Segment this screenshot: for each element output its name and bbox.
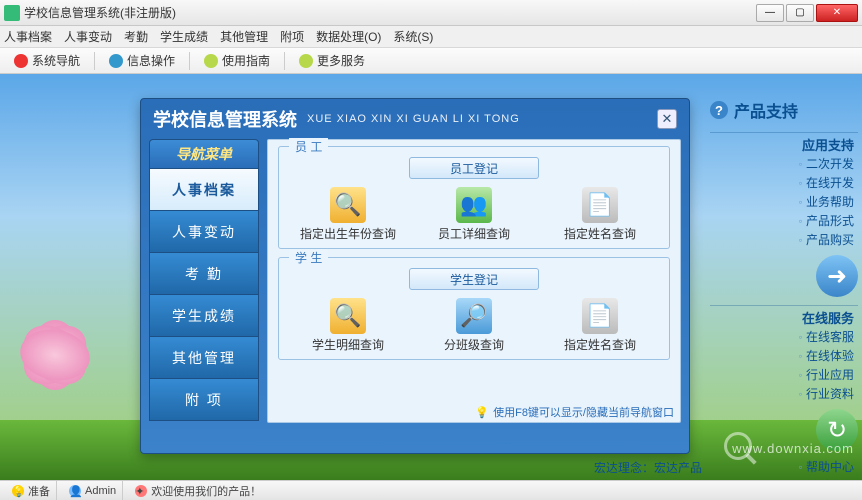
nav-header: 导航菜单	[149, 139, 259, 169]
menu-item[interactable]: 附项	[280, 28, 304, 45]
query-student-detail[interactable]: 🔍学生明细查询	[293, 298, 403, 353]
main-panel: 员 工 员工登记 🔍指定出生年份查询 👥员工详细查询 📄指定姓名查询 学 生 学…	[267, 139, 681, 423]
status-ready: 💡准备	[6, 481, 57, 500]
nav-item-grades[interactable]: 学生成绩	[149, 295, 259, 337]
nav-item-extra[interactable]: 附 项	[149, 379, 259, 421]
nav-item-attendance[interactable]: 考 勤	[149, 253, 259, 295]
guide-icon	[204, 54, 218, 68]
f8-hint: 💡 使用F8键可以显示/隐藏当前导航窗口	[475, 404, 674, 420]
query-birth-year[interactable]: 🔍指定出生年份查询	[293, 187, 403, 242]
dialog-title: 学校信息管理系统	[153, 106, 297, 132]
toolbar-nav-button[interactable]: 系统导航	[8, 50, 86, 71]
right-panel: ? 产品支持 应用支持 二次开发 在线开发 业务帮助 产品形式 产品购买 ➜ 在…	[710, 98, 858, 480]
sidebar-nav: 导航菜单 人事档案 人事变动 考 勤 学生成绩 其他管理 附 项	[149, 139, 259, 423]
app-icon	[4, 5, 20, 21]
more-icon	[299, 54, 313, 68]
bulb-icon: 💡	[12, 485, 24, 497]
query-employee-detail[interactable]: 👥员工详细查询	[419, 187, 529, 242]
menu-item[interactable]: 系统(S)	[393, 28, 433, 45]
menu-item[interactable]: 考勤	[124, 28, 148, 45]
employee-group: 员 工 员工登记 🔍指定出生年份查询 👥员工详细查询 📄指定姓名查询	[278, 146, 670, 249]
magnifier-icon: 🔍	[330, 298, 366, 334]
link-item[interactable]: 在线开发	[710, 173, 858, 192]
info-icon	[109, 54, 123, 68]
dialog-subtitle: XUE XIAO XIN XI GUAN LI XI TONG	[307, 113, 520, 125]
status-admin: 👤Admin	[63, 481, 123, 500]
dialog-close-button[interactable]: ✕	[657, 109, 677, 129]
link-item[interactable]: 帮助中心	[710, 457, 858, 476]
toolbar-more-button[interactable]: 更多服务	[293, 50, 371, 71]
link-item[interactable]: 业务帮助	[710, 192, 858, 211]
question-icon: ?	[710, 101, 728, 119]
link-item[interactable]: 产品形式	[710, 211, 858, 230]
status-welcome: ✦欢迎使用我们的产品！	[129, 481, 267, 500]
query-student-name[interactable]: 📄指定姓名查询	[545, 298, 655, 353]
nav-icon	[14, 54, 28, 68]
arrow-icon: ➜	[816, 255, 858, 297]
link-item[interactable]: 行业资料	[710, 384, 858, 403]
content-area: 学校信息管理系统 XUE XIAO XIN XI GUAN LI XI TONG…	[0, 74, 862, 480]
flower-decoration	[0, 280, 140, 440]
menu-bar: 人事档案 人事变动 考勤 学生成绩 其他管理 附项 数据处理(O) 系统(S)	[0, 26, 862, 48]
section-header: 在线服务	[710, 305, 858, 327]
document-icon: 📄	[582, 298, 618, 334]
student-register-button[interactable]: 学生登记	[409, 268, 539, 290]
status-bar: 💡准备 👤Admin ✦欢迎使用我们的产品！	[0, 480, 862, 500]
close-button[interactable]: ✕	[816, 4, 858, 22]
toolbar-info-button[interactable]: 信息操作	[103, 50, 181, 71]
employee-register-button[interactable]: 员工登记	[409, 157, 539, 179]
menu-item[interactable]: 人事变动	[64, 28, 112, 45]
link-item[interactable]: 在线客服	[710, 327, 858, 346]
nav-item-changes[interactable]: 人事变动	[149, 211, 259, 253]
link-item[interactable]: 产品购买	[710, 230, 858, 249]
section-header: 应用支持	[710, 132, 858, 154]
separator	[284, 52, 285, 70]
toolbar: 系统导航 信息操作 使用指南 更多服务	[0, 48, 862, 74]
menu-item[interactable]: 学生成绩	[160, 28, 208, 45]
maximize-button[interactable]: ▢	[786, 4, 814, 22]
separator	[94, 52, 95, 70]
document-icon: 📄	[582, 187, 618, 223]
nav-item-other[interactable]: 其他管理	[149, 337, 259, 379]
minimize-button[interactable]: —	[756, 4, 784, 22]
query-by-class[interactable]: 🔎分班级查询	[419, 298, 529, 353]
link-item[interactable]: 在线体验	[710, 346, 858, 365]
window-title: 学校信息管理系统(非注册版)	[24, 4, 756, 21]
menu-item[interactable]: 数据处理(O)	[316, 28, 381, 45]
group-legend: 员 工	[289, 138, 328, 155]
group-legend: 学 生	[289, 249, 328, 266]
user-icon: 👤	[69, 485, 81, 497]
link-item[interactable]: 联系我们	[710, 476, 858, 480]
magnifier-icon: 🔍	[330, 187, 366, 223]
menu-item[interactable]: 人事档案	[4, 28, 52, 45]
right-panel-title: ? 产品支持	[710, 98, 858, 122]
watermark-text: www.downxia.com	[732, 441, 854, 456]
search-blue-icon: 🔎	[456, 298, 492, 334]
toolbar-guide-button[interactable]: 使用指南	[198, 50, 276, 71]
nav-item-personnel[interactable]: 人事档案	[149, 169, 259, 211]
query-by-name[interactable]: 📄指定姓名查询	[545, 187, 655, 242]
slogan-text: 宏达理念：宏达产品	[594, 459, 702, 476]
lightbulb-icon: 💡	[475, 406, 489, 419]
star-icon: ✦	[135, 485, 147, 497]
link-item[interactable]: 行业应用	[710, 365, 858, 384]
people-search-icon: 👥	[456, 187, 492, 223]
menu-item[interactable]: 其他管理	[220, 28, 268, 45]
navigation-dialog: 学校信息管理系统 XUE XIAO XIN XI GUAN LI XI TONG…	[140, 98, 690, 454]
dialog-title-bar: 学校信息管理系统 XUE XIAO XIN XI GUAN LI XI TONG…	[141, 99, 689, 139]
separator	[189, 52, 190, 70]
support-section: 应用支持 二次开发 在线开发 业务帮助 产品形式 产品购买 ➜	[710, 132, 858, 297]
student-group: 学 生 学生登记 🔍学生明细查询 🔎分班级查询 📄指定姓名查询	[278, 257, 670, 360]
title-bar: 学校信息管理系统(非注册版) — ▢ ✕	[0, 0, 862, 26]
link-item[interactable]: 二次开发	[710, 154, 858, 173]
